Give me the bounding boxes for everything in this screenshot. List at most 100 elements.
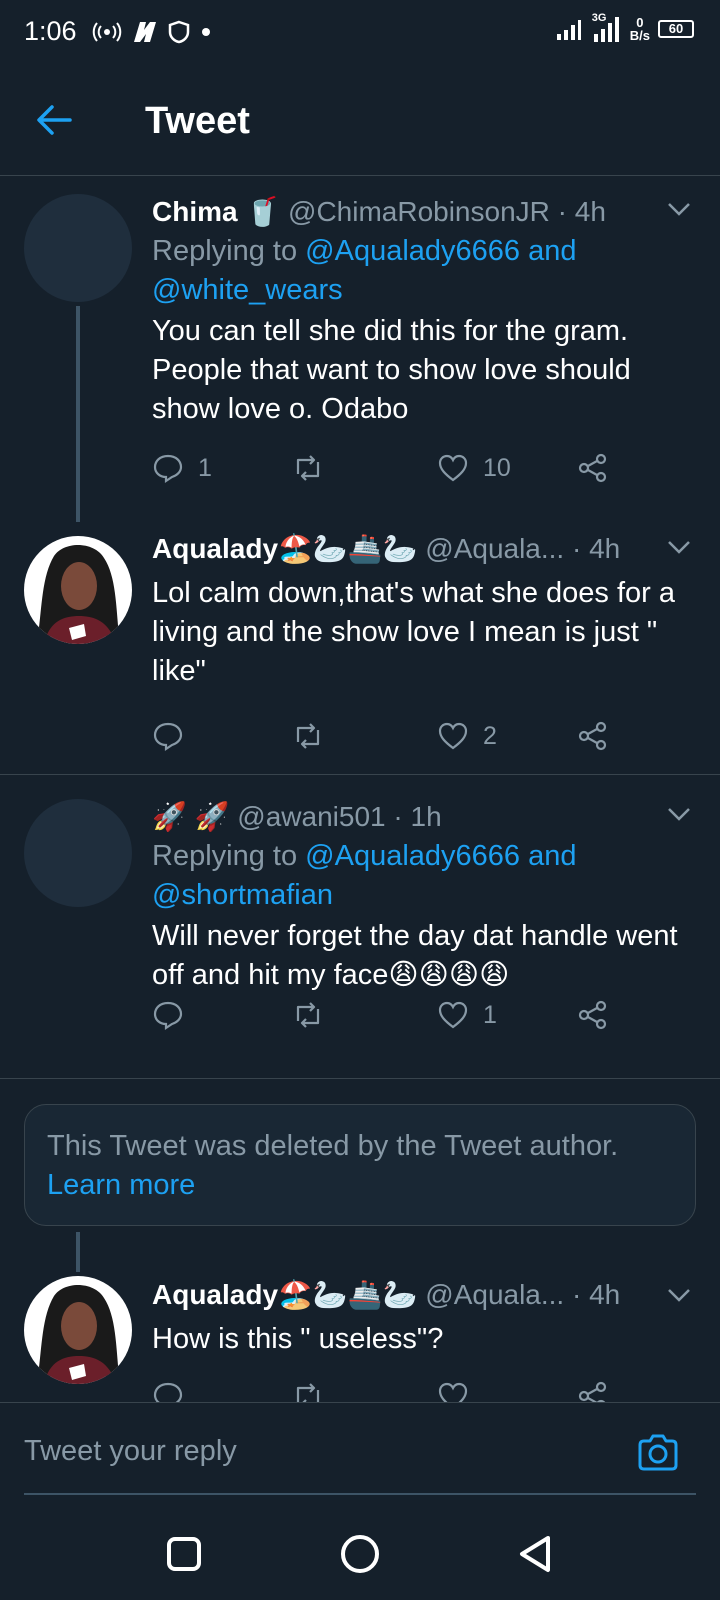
avatar[interactable] xyxy=(24,536,132,644)
avatar[interactable] xyxy=(24,194,132,302)
tweet-header: Chima 🥤 @ChimaRobinsonJR · 4h xyxy=(152,192,700,232)
like-button[interactable]: 1 xyxy=(437,999,497,1031)
reply-input-underline xyxy=(24,1493,696,1495)
page-title: Tweet xyxy=(145,100,250,142)
heart-icon xyxy=(438,1001,468,1029)
share-icon xyxy=(578,721,607,751)
author-name[interactable]: Chima xyxy=(152,196,238,227)
author-emoji: 🚀 🚀 xyxy=(152,801,230,832)
reply-button[interactable] xyxy=(152,999,198,1031)
retweet-button[interactable] xyxy=(292,720,338,752)
reply-button[interactable] xyxy=(152,1380,184,1402)
status-icons-right: 3G 0 B/s 60 xyxy=(556,12,694,44)
like-count: 2 xyxy=(483,721,497,750)
chevron-down-icon[interactable] xyxy=(666,801,692,827)
like-button[interactable]: 10 xyxy=(437,452,511,484)
tweet-body: 🚀 🚀 @awani501 · 1h Replying to @Aqualady… xyxy=(152,797,700,995)
tweet-actions: 2 xyxy=(152,720,622,760)
replying-to: Replying to @Aqualady6666 and @shortmafi… xyxy=(152,837,700,915)
share-button[interactable] xyxy=(577,1380,609,1402)
author-handle[interactable]: @ChimaRobinsonJR xyxy=(288,196,550,227)
tweet-actions xyxy=(152,1380,622,1402)
divider xyxy=(0,1078,720,1079)
reply-icon xyxy=(153,1382,183,1402)
dot-icon xyxy=(202,28,210,36)
reply-mention-link[interactable]: @shortmafian xyxy=(152,879,333,911)
retweet-icon xyxy=(296,455,320,481)
retweet-button[interactable] xyxy=(292,452,338,484)
heart-icon xyxy=(438,722,468,750)
system-nav-bar xyxy=(0,1510,720,1600)
replying-to-label: Replying to xyxy=(152,235,298,267)
share-button[interactable] xyxy=(577,999,609,1031)
tweet-time: · 4h xyxy=(572,1279,621,1310)
tweet-aqualady-2[interactable]: Aqualady🏖️🦢🚢🦢 @Aquala... · 4h How is thi… xyxy=(0,1272,720,1402)
like-button[interactable]: 2 xyxy=(437,720,497,752)
chevron-down-icon[interactable] xyxy=(666,196,692,222)
avatar-illustration xyxy=(38,1284,119,1384)
avatar[interactable] xyxy=(24,799,132,907)
share-icon xyxy=(578,1381,607,1402)
author-emoji: 🥤 xyxy=(245,196,281,227)
avatar-illustration xyxy=(38,544,119,644)
tweet-body: Aqualady🏖️🦢🚢🦢 @Aquala... · 4h Lol calm d… xyxy=(152,526,700,691)
author-emoji: 🏖️🦢🚢🦢 xyxy=(278,533,418,564)
tweet-body: Aqualady🏖️🦢🚢🦢 @Aquala... · 4h How is thi… xyxy=(152,1272,700,1359)
recents-square-icon[interactable] xyxy=(162,1532,206,1576)
news-app-icon xyxy=(134,22,156,42)
author-name[interactable]: Aqualady xyxy=(152,1279,278,1310)
author-handle[interactable]: @Aquala... xyxy=(425,1279,564,1310)
tweet-text: You can tell she did this for the gram. … xyxy=(152,315,631,425)
heart-icon xyxy=(438,1382,468,1402)
replying-to: Replying to @Aqualady6666 and @white_wea… xyxy=(152,232,700,310)
status-icons-left xyxy=(92,20,212,44)
author-name[interactable]: Aqualady xyxy=(152,533,278,564)
like-count: 1 xyxy=(483,1000,497,1029)
tweet-aqualady[interactable]: Aqualady🏖️🦢🚢🦢 @Aquala... · 4h Lol calm d… xyxy=(0,522,720,774)
reply-button[interactable]: 1 xyxy=(152,452,212,484)
chevron-down-icon[interactable] xyxy=(666,1282,692,1308)
avatar[interactable] xyxy=(24,1276,132,1384)
deleted-notice-text: This Tweet was deleted by the Tweet auth… xyxy=(47,1130,619,1162)
replying-to-label: Replying to xyxy=(152,840,298,872)
retweet-button[interactable] xyxy=(292,1380,324,1402)
signal-3g-icon: 3G xyxy=(590,12,622,44)
camera-icon[interactable] xyxy=(636,1431,680,1475)
network-type-label: 3G xyxy=(591,12,607,24)
learn-more-link[interactable]: Learn more xyxy=(47,1169,195,1201)
share-button[interactable] xyxy=(577,720,609,752)
heart-icon xyxy=(438,454,468,482)
reply-mention-link[interactable]: @white_wears xyxy=(152,274,343,306)
status-time: 1:06 xyxy=(24,16,77,46)
thread-line xyxy=(76,306,80,522)
deleted-tweet-notice: This Tweet was deleted by the Tweet auth… xyxy=(24,1104,696,1226)
arrow-left-icon[interactable] xyxy=(32,98,76,142)
home-circle-icon[interactable] xyxy=(338,1532,382,1576)
tweet-chima[interactable]: Chima 🥤 @ChimaRobinsonJR · 4h Replying t… xyxy=(0,176,720,522)
back-triangle-icon[interactable] xyxy=(514,1532,558,1576)
hotspot-icon xyxy=(92,22,122,42)
tweet-time: · 4h xyxy=(572,533,621,564)
author-handle[interactable]: @Aquala... xyxy=(425,533,564,564)
share-button[interactable] xyxy=(577,452,609,484)
tweet-actions: 1 xyxy=(152,999,622,1039)
author-handle[interactable]: @awani501 xyxy=(237,801,385,832)
tweet-text: Will never forget the day dat handle wen… xyxy=(152,920,678,991)
like-count: 10 xyxy=(483,453,511,482)
retweet-button[interactable] xyxy=(292,999,338,1031)
chevron-down-icon[interactable] xyxy=(666,534,692,560)
reply-input[interactable]: Tweet your reply xyxy=(24,1435,237,1468)
status-bar: 1:06 3G 0 B/s 60 xyxy=(0,0,720,64)
reply-count: 1 xyxy=(198,453,212,482)
reply-button[interactable] xyxy=(152,720,198,752)
reply-mention-link[interactable]: @Aqualady6666 and xyxy=(305,840,576,872)
like-button[interactable] xyxy=(437,1380,469,1402)
tweet-body: Chima 🥤 @ChimaRobinsonJR · 4h Replying t… xyxy=(152,192,700,429)
retweet-icon xyxy=(296,723,320,749)
retweet-icon xyxy=(296,1383,320,1402)
signal-icon xyxy=(556,20,581,40)
tweet-awani[interactable]: 🚀 🚀 @awani501 · 1h Replying to @Aqualady… xyxy=(0,775,720,1077)
reply-icon xyxy=(153,454,183,484)
reply-mention-link[interactable]: @Aqualady6666 and xyxy=(305,235,576,267)
tweet-text: Lol calm down,that's what she does for a… xyxy=(152,577,675,687)
